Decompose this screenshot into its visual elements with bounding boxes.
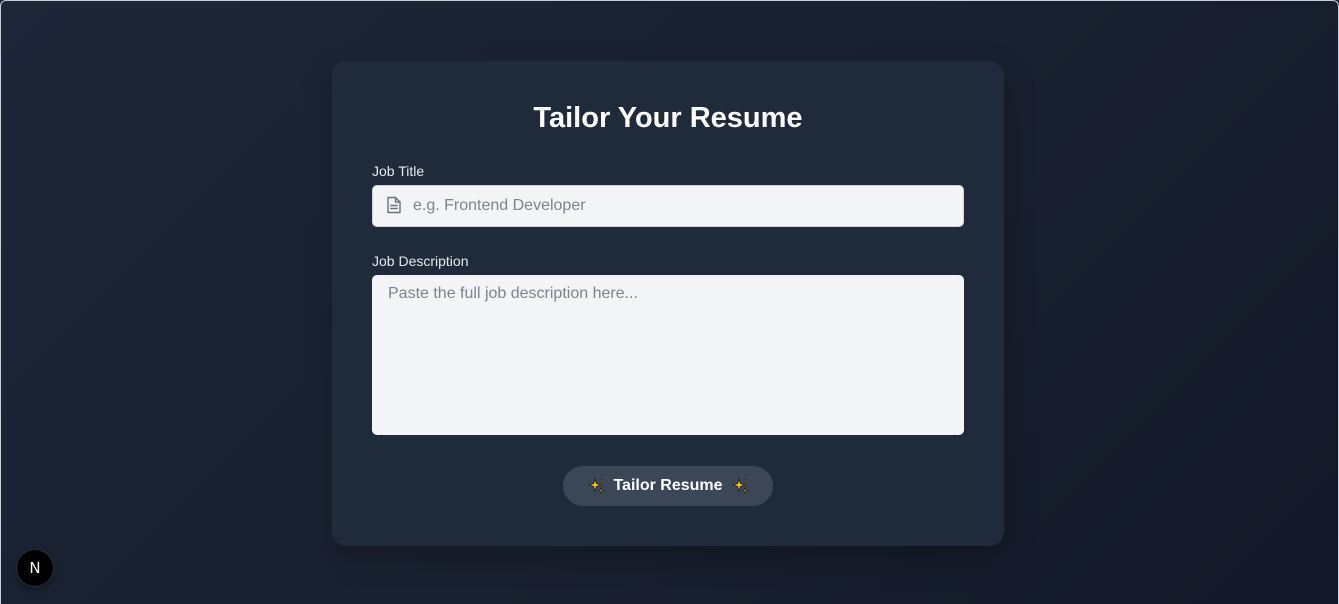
job-title-label: Job Title [372, 163, 425, 179]
document-icon [387, 196, 401, 214]
tailor-resume-button-label: Tailor Resume [613, 477, 723, 494]
nextjs-logo-icon: N [29, 558, 41, 577]
job-description-textarea[interactable] [372, 275, 964, 435]
sparkles-icon [731, 477, 749, 495]
nextjs-dev-indicator-button[interactable]: N [17, 550, 53, 586]
job-description-label: Job Description [372, 253, 469, 269]
tailor-resume-card: Tailor Your Resume Job Title Job Descrip… [332, 61, 1004, 546]
page-title: Tailor Your Resume [533, 102, 803, 134]
job-title-field[interactable] [372, 185, 964, 227]
sparkles-icon [588, 477, 606, 495]
job-title-input[interactable] [413, 186, 953, 226]
tailor-resume-button[interactable]: Tailor Resume [563, 466, 773, 506]
